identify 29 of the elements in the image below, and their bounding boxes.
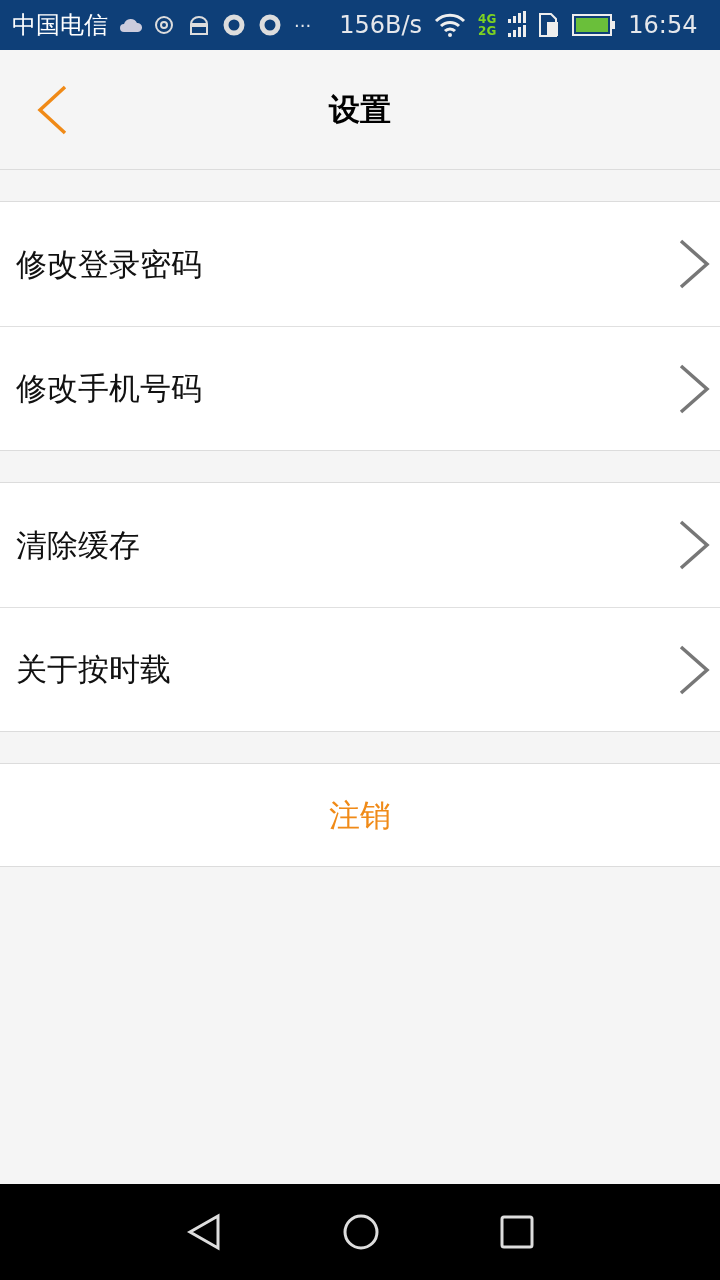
network-type: 2G (478, 25, 497, 37)
battery-icon (572, 14, 617, 36)
settings-item[interactable]: 清除缓存 (0, 483, 720, 607)
network-speed: 156B/s (339, 10, 423, 41)
settings-item[interactable]: 修改登录密码 (0, 202, 720, 326)
settings-item[interactable]: 修改手机号码 (0, 326, 720, 450)
carrier-name: 中国电信 (12, 10, 108, 41)
settings-item-label: 关于按时载 (16, 650, 171, 690)
home-nav-icon[interactable] (342, 1213, 380, 1251)
chevron-right-icon (678, 238, 710, 290)
chevron-right-icon (678, 362, 710, 415)
clock-time: 16:54 (628, 10, 698, 41)
back-nav-icon[interactable] (186, 1213, 222, 1251)
settings-item-label: 修改登录密码 (16, 244, 202, 284)
sim-card-icon (538, 12, 561, 38)
wifi-icon (434, 13, 467, 37)
settings-item-label: 修改手机号码 (16, 369, 202, 409)
back-icon (36, 84, 68, 136)
recents-nav-icon[interactable] (500, 1215, 534, 1249)
cloud-icon (120, 18, 142, 32)
chevron-right-icon (678, 643, 710, 696)
chevron-right-icon (678, 519, 710, 571)
signal-icon (508, 11, 527, 39)
page-title: 设置 (329, 90, 391, 130)
network-type: 4G (478, 13, 497, 25)
target-icon (154, 14, 176, 36)
settings-item-label: 清除缓存 (16, 525, 140, 565)
more-text: ··· (294, 13, 312, 38)
settings-item[interactable]: 关于按时载 (0, 607, 720, 731)
